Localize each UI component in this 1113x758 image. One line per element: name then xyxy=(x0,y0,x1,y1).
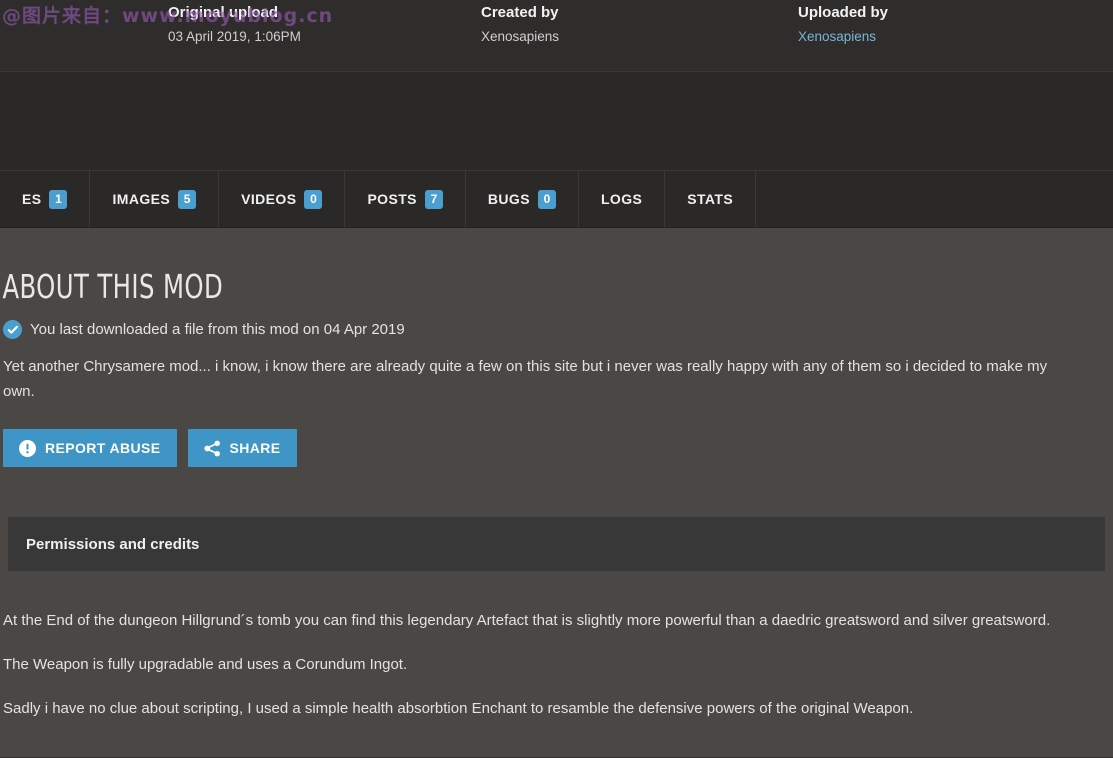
tab-stats-label: STATS xyxy=(687,191,734,207)
report-abuse-button[interactable]: REPORT ABUSE xyxy=(3,429,177,467)
tab-posts-badge: 7 xyxy=(424,189,443,209)
download-notice-text: You last downloaded a file from this mod… xyxy=(30,321,405,338)
permissions-and-credits-bar[interactable]: Permissions and credits xyxy=(8,517,1105,571)
tab-videos[interactable]: VIDEOS 0 xyxy=(219,171,346,227)
report-abuse-label: REPORT ABUSE xyxy=(45,440,161,456)
meta-value-created-by: Xenosapiens xyxy=(481,29,560,44)
meta-original-upload: Original upload 03 April 2019, 1:06PM xyxy=(168,3,301,47)
mod-tab-bar: ES 1 IMAGES 5 VIDEOS 0 POSTS 7 BUGS 0 LO… xyxy=(0,170,1113,228)
action-button-row: REPORT ABUSE SHARE xyxy=(0,404,1113,467)
tab-posts[interactable]: POSTS 7 xyxy=(345,171,466,227)
tab-logs-label: LOGS xyxy=(600,191,643,207)
tab-bugs-label: BUGS xyxy=(487,191,530,207)
tab-bugs[interactable]: BUGS 0 xyxy=(466,171,579,227)
meta-label-created-by: Created by xyxy=(481,4,559,21)
meta-uploaded-by: Uploaded by Xenosapiens xyxy=(798,3,888,47)
meta-value-original-upload: 03 April 2019, 1:06PM xyxy=(168,29,301,44)
tab-files-label: ES xyxy=(22,191,42,207)
permissions-title: Permissions and credits xyxy=(26,535,200,553)
tab-posts-label: POSTS xyxy=(367,191,417,207)
tab-files[interactable]: ES 1 xyxy=(0,171,91,227)
tab-files-badge: 1 xyxy=(49,189,68,209)
mod-banner-gap xyxy=(0,72,1113,170)
meta-created-by: Created by Xenosapiens xyxy=(481,3,559,47)
meta-value-uploaded-by-link[interactable]: Xenosapiens xyxy=(798,27,888,47)
mod-description: Yet another Chrysamere mod... i know, i … xyxy=(3,358,1048,400)
share-button[interactable]: SHARE xyxy=(187,429,297,467)
exclamation-circle-icon xyxy=(19,439,36,457)
tab-stats[interactable]: STATS xyxy=(665,171,757,227)
tab-bar-filler xyxy=(756,171,1113,227)
tab-videos-badge: 0 xyxy=(304,189,323,209)
tab-logs[interactable]: LOGS xyxy=(579,171,666,227)
share-label: SHARE xyxy=(229,440,281,456)
share-icon xyxy=(203,440,221,457)
tab-images-label: IMAGES xyxy=(112,191,171,207)
page-title: ABOUT THIS MOD xyxy=(2,267,224,306)
mod-body-text: At the End of the dungeon Hillgrund´s to… xyxy=(0,571,1113,741)
meta-label-original-upload: Original upload xyxy=(168,4,279,21)
check-circle-icon xyxy=(3,320,22,339)
download-notice: You last downloaded a file from this mod… xyxy=(0,304,1113,339)
about-this-mod-section: ABOUT THIS MOD You last downloaded a fil… xyxy=(0,228,1113,757)
body-paragraph-1: At the End of the dungeon Hillgrund´s to… xyxy=(3,612,1051,629)
tab-images-badge: 5 xyxy=(178,189,197,209)
body-paragraph-2: The Weapon is fully upgradable and uses … xyxy=(3,656,408,673)
body-paragraph-3: Sadly i have no clue about scripting, I … xyxy=(3,700,914,717)
permissions-wrap: Permissions and credits xyxy=(0,517,1113,571)
meta-label-uploaded-by: Uploaded by xyxy=(798,4,889,21)
tab-bugs-badge: 0 xyxy=(537,189,556,209)
mod-meta-strip: Original upload 03 April 2019, 1:06PM Cr… xyxy=(0,0,1113,72)
tab-images[interactable]: IMAGES 5 xyxy=(90,171,220,227)
tab-videos-label: VIDEOS xyxy=(241,191,297,207)
